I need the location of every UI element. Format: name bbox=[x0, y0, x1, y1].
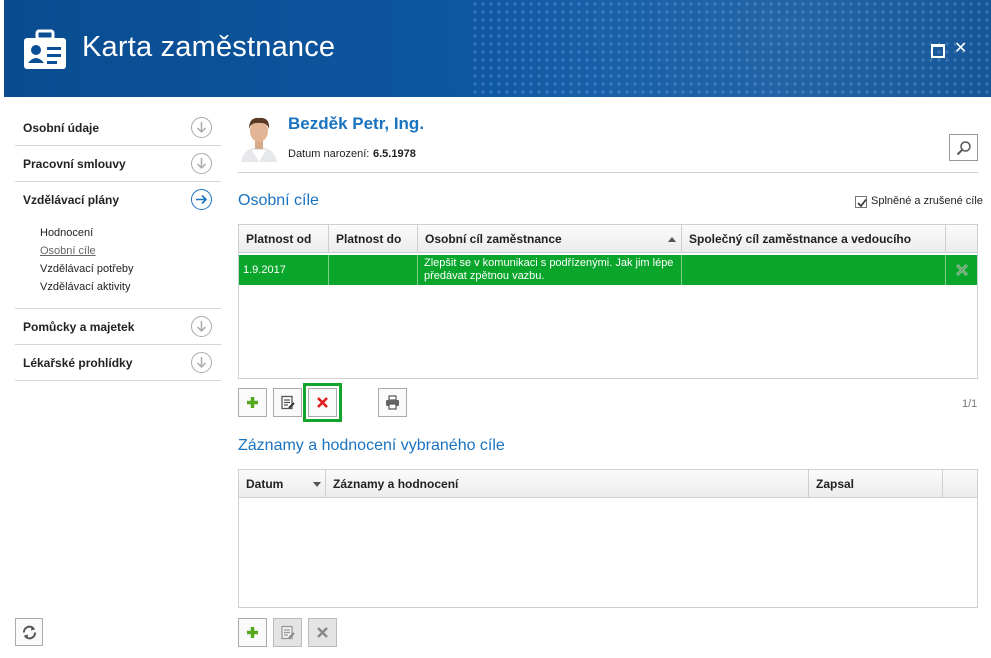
col-platnost-do[interactable]: Platnost do bbox=[329, 225, 418, 253]
sidebar-item-vzdelavaci-plany[interactable]: Vzdělávací plány bbox=[15, 182, 221, 218]
table-row[interactable]: 1.9.2017 Zlepšit se v komunikaci s podří… bbox=[239, 255, 977, 285]
dob-label: Datum narození: bbox=[288, 148, 370, 160]
sort-descending-icon bbox=[313, 482, 321, 487]
header-pattern bbox=[471, 0, 991, 97]
cell-platnost-do bbox=[329, 255, 418, 285]
show-completed-label: Splněné a zrušené cíle bbox=[871, 195, 983, 207]
subitem-vzdelavaci-aktivity[interactable]: Vzdělávací aktivity bbox=[40, 278, 221, 296]
add-record-button[interactable] bbox=[238, 618, 267, 647]
col-zaznamy[interactable]: Záznamy a hodnocení bbox=[326, 470, 809, 498]
dob-value: 6.5.1978 bbox=[373, 148, 416, 160]
sidebar-item-label: Osobní údaje bbox=[23, 121, 100, 135]
sidebar-item-pomucky-a-majetek[interactable]: Pomůcky a majetek bbox=[15, 309, 221, 345]
arrow-down-circle-icon bbox=[191, 117, 212, 138]
records-grid-header: Datum Záznamy a hodnocení Zapsal bbox=[239, 470, 977, 498]
maximize-button[interactable] bbox=[930, 42, 945, 58]
sidebar-item-pracovni-smlouvy[interactable]: Pracovní smlouvy bbox=[15, 146, 221, 182]
checkbox-box[interactable] bbox=[855, 196, 867, 208]
edit-document-icon bbox=[281, 625, 295, 640]
search-icon bbox=[956, 141, 971, 156]
refresh-button[interactable] bbox=[15, 618, 43, 646]
plus-icon bbox=[247, 397, 258, 408]
refresh-icon bbox=[23, 625, 36, 640]
add-goal-button[interactable] bbox=[238, 388, 267, 417]
delete-x-icon bbox=[317, 397, 328, 408]
col-osobni-cil[interactable]: Osobní cíl zaměstnance bbox=[418, 225, 682, 253]
sort-ascending-icon bbox=[668, 237, 676, 242]
records-section-title: Záznamy a hodnocení vybraného cíle bbox=[238, 437, 505, 454]
edit-goal-button[interactable] bbox=[273, 388, 302, 417]
cell-osobni-cil: Zlepšit se v komunikaci s podřízenými. J… bbox=[418, 255, 682, 285]
cell-spolecny-cil bbox=[682, 255, 946, 285]
id-badge-icon bbox=[24, 29, 66, 69]
delete-record-button[interactable] bbox=[308, 618, 337, 647]
edit-document-icon bbox=[281, 395, 295, 410]
profile-separator bbox=[238, 172, 978, 173]
close-button[interactable]: ✕ bbox=[954, 41, 968, 57]
delete-x-icon bbox=[317, 627, 328, 638]
goals-section-title: Osobní cíle bbox=[238, 192, 319, 209]
goals-pager: 1/1 bbox=[962, 398, 978, 410]
employee-avatar bbox=[239, 112, 279, 162]
sidebar-item-osobni-udaje[interactable]: Osobní údaje bbox=[15, 110, 221, 146]
subitem-hodnoceni[interactable]: Hodnocení bbox=[40, 224, 221, 242]
arrow-down-circle-icon bbox=[191, 153, 212, 174]
col-zapsal[interactable]: Zapsal bbox=[809, 470, 943, 498]
plus-icon bbox=[247, 627, 258, 638]
sidebar-item-label: Pracovní smlouvy bbox=[23, 157, 126, 171]
window-header: Karta zaměstnance ✕ bbox=[4, 0, 991, 97]
sidebar-subitems: Hodnocení Osobní cíle Vzdělávací potřeby… bbox=[15, 218, 221, 309]
sidebar-item-lekarske-prohlidky[interactable]: Lékařské prohlídky bbox=[15, 345, 221, 381]
col-datum-label: Datum bbox=[246, 477, 284, 491]
sidebar: Osobní údaje Pracovní smlouvy Vzdělávací… bbox=[15, 110, 221, 381]
sidebar-item-label: Pomůcky a majetek bbox=[23, 320, 135, 334]
cancel-goal-icon[interactable] bbox=[955, 263, 969, 277]
cell-actions bbox=[946, 255, 977, 285]
checkmark-icon bbox=[857, 199, 867, 208]
arrow-right-circle-icon bbox=[191, 189, 212, 210]
search-button[interactable] bbox=[949, 134, 978, 161]
edit-record-button[interactable] bbox=[273, 618, 302, 647]
delete-goal-button[interactable] bbox=[303, 383, 342, 422]
printer-icon bbox=[386, 395, 399, 410]
employee-name: Bezděk Petr, Ing. bbox=[288, 114, 425, 133]
col-actions bbox=[943, 470, 977, 498]
subitem-osobni-cile[interactable]: Osobní cíle bbox=[40, 242, 221, 260]
arrow-down-circle-icon bbox=[191, 352, 212, 373]
goals-grid: Platnost od Platnost do Osobní cíl zaměs… bbox=[238, 224, 978, 379]
print-button[interactable] bbox=[378, 388, 407, 417]
goals-grid-header: Platnost od Platnost do Osobní cíl zaměs… bbox=[239, 225, 977, 253]
col-actions bbox=[946, 225, 977, 253]
subitem-vzdelavaci-potreby[interactable]: Vzdělávací potřeby bbox=[40, 260, 221, 278]
cell-platnost-od: 1.9.2017 bbox=[239, 255, 329, 285]
arrow-down-circle-icon bbox=[191, 316, 212, 337]
col-platnost-od[interactable]: Platnost od bbox=[239, 225, 329, 253]
col-spolecny-cil[interactable]: Společný cíl zaměstnance a vedoucího bbox=[682, 225, 946, 253]
sidebar-item-label: Vzdělávací plány bbox=[23, 193, 120, 207]
sidebar-item-label: Lékařské prohlídky bbox=[23, 356, 133, 370]
window-title: Karta zaměstnance bbox=[82, 31, 336, 63]
col-osobni-cil-label: Osobní cíl zaměstnance bbox=[425, 232, 562, 246]
records-grid: Datum Záznamy a hodnocení Zapsal bbox=[238, 469, 978, 608]
